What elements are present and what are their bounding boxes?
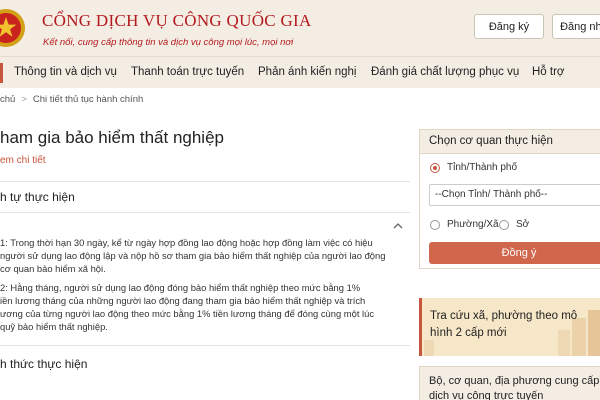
step-2-line: quỹ bảo hiểm thất nghiệp.: [0, 321, 108, 332]
agency-list-title[interactable]: Bộ, cơ quan, địa phương cung cấp dịch vụ…: [429, 374, 600, 400]
province-radio[interactable]: [430, 163, 440, 173]
breadcrumb-current: Chi tiết thủ tục hành chính: [32, 94, 144, 105]
ward-lookup-banner[interactable]: Tra cứu xã, phường theo mô hình 2 cấp mớ…: [419, 298, 600, 356]
section-heading-method[interactable]: h thức thực hiện: [0, 357, 87, 371]
portal-title[interactable]: CỔNG DỊCH VỤ CÔNG QUỐC GIA: [42, 11, 312, 31]
step-1-line: 1: Trong thời hạn 30 ngày, kể từ ngày hợ…: [0, 237, 373, 248]
department-radio-label[interactable]: Sở: [516, 219, 529, 230]
nav-item-rating[interactable]: Đánh giá chất lượng phục vụ: [371, 66, 519, 78]
view-detail-link[interactable]: em chi tiết: [0, 155, 46, 166]
nav-item-feedback[interactable]: Phản ánh kiến nghị: [258, 66, 356, 78]
nav-item-payment[interactable]: Thanh toán trực tuyến: [131, 66, 244, 78]
login-button[interactable]: Đăng nhập: [552, 14, 600, 39]
step-1-line: cơ quan bảo hiểm xã hội.: [0, 263, 106, 274]
breadcrumb: chủ > Chi tiết thủ tục hành chính: [0, 94, 143, 105]
step-2-line: ương của từng người lao động theo mức bằ…: [0, 308, 375, 319]
agency-selector-panel: Chọn cơ quan thực hiện Tỉnh/Thành phố --…: [419, 129, 600, 269]
agree-button[interactable]: Đồng ý: [429, 242, 600, 264]
step-2-line: iền lương tháng của những người lao động…: [0, 295, 366, 306]
ward-lookup-text[interactable]: Tra cứu xã, phường theo mô hình 2 cấp mớ…: [430, 308, 600, 342]
portal-slogan: Kết nối, cung cấp thông tin và dịch vụ c…: [43, 37, 294, 48]
breadcrumb-separator: >: [21, 94, 27, 105]
step-1-text: 1: Trong thời hạn 30 ngày, kể từ ngày hợ…: [0, 236, 402, 275]
step-2-line: 2: Hằng tháng, người sử dụng lao động đó…: [0, 282, 361, 293]
section-divider: [0, 345, 410, 346]
register-button[interactable]: Đăng ký: [474, 14, 544, 39]
agency-selector-title: Chọn cơ quan thực hiện: [420, 130, 600, 154]
step-2-text: 2: Hằng tháng, người sử dụng lao động đó…: [0, 281, 402, 333]
province-select[interactable]: --Chọn Tỉnh/ Thành phố--: [429, 184, 600, 206]
step-1-line: người sử dụng lao động lập và nộp hồ sơ …: [0, 250, 386, 261]
breadcrumb-home[interactable]: chủ: [0, 94, 15, 105]
page-title: ham gia bảo hiểm thất nghiệp: [0, 128, 224, 147]
ward-radio[interactable]: [430, 220, 440, 230]
department-radio[interactable]: [499, 220, 509, 230]
site-header: CỔNG DỊCH VỤ CÔNG QUỐC GIA Kết nối, cung…: [0, 0, 600, 56]
section-heading-procedure[interactable]: h tự thực hiện: [0, 190, 75, 204]
section-divider: [0, 212, 410, 213]
section-divider: [0, 181, 410, 182]
agency-list-panel[interactable]: Bộ, cơ quan, địa phương cung cấp dịch vụ…: [419, 366, 600, 400]
nav-home-marker[interactable]: [0, 63, 3, 83]
ward-radio-label[interactable]: Phường/Xã: [447, 219, 499, 230]
province-radio-label[interactable]: Tỉnh/Thành phố: [447, 162, 517, 173]
chevron-up-icon[interactable]: [392, 220, 404, 232]
national-emblem-icon[interactable]: [0, 6, 26, 50]
nav-item-services[interactable]: Thông tin và dịch vụ: [14, 66, 117, 78]
nav-item-support[interactable]: Hỗ trợ: [532, 66, 564, 78]
main-nav: Thông tin và dịch vụ Thanh toán trực tuy…: [0, 56, 600, 88]
